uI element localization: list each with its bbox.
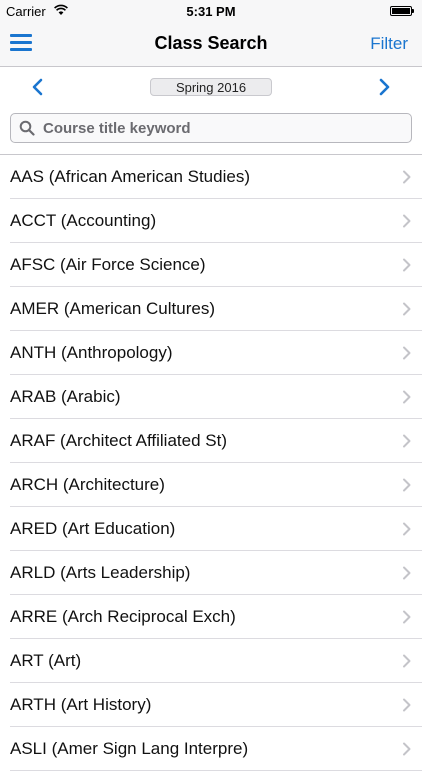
chevron-right-icon xyxy=(403,566,411,580)
chevron-right-icon xyxy=(403,522,411,536)
chevron-right-icon xyxy=(403,258,411,272)
chevron-right-icon xyxy=(403,390,411,404)
list-item[interactable]: ART (Art) xyxy=(0,639,422,683)
list-item[interactable]: ARTH (Art History) xyxy=(0,683,422,727)
search-box[interactable] xyxy=(10,113,412,143)
list-item-label: ACCT (Accounting) xyxy=(10,211,157,230)
list-item[interactable]: ARRE (Arch Reciprocal Exch) xyxy=(0,595,422,639)
chevron-right-icon xyxy=(403,434,411,448)
term-label[interactable]: Spring 2016 xyxy=(150,78,272,96)
list-item-label: ARRE (Arch Reciprocal Exch) xyxy=(10,607,236,626)
list-item[interactable]: AMER (American Cultures) xyxy=(0,287,422,331)
list-item[interactable]: ARED (Art Education) xyxy=(0,507,422,551)
list-item-label: ARED (Art Education) xyxy=(10,519,176,538)
list-item[interactable]: ARAB (Arabic) xyxy=(0,375,422,419)
chevron-right-icon xyxy=(403,214,411,228)
list-item-label: AFSC (Air Force Science) xyxy=(10,255,206,274)
list-item[interactable]: ARCH (Architecture) xyxy=(0,463,422,507)
list-item-label: ARAF (Architect Affiliated St) xyxy=(10,431,227,450)
list-item-label: ARTH (Art History) xyxy=(10,695,152,714)
list-item-label: ANTH (Anthropology) xyxy=(10,343,173,362)
search-input[interactable] xyxy=(43,119,383,137)
battery-fill xyxy=(392,8,410,14)
list-item[interactable]: ARAF (Architect Affiliated St) xyxy=(0,419,422,463)
status-time: 5:31 PM xyxy=(186,4,236,19)
list-item-label: ASLI (Amer Sign Lang Interpre) xyxy=(10,739,249,758)
chevron-right-icon xyxy=(403,170,411,184)
list-item[interactable]: ARLD (Arts Leadership) xyxy=(0,551,422,595)
navigation-bar: Class Search Filter xyxy=(0,22,422,67)
list-item[interactable]: ASLI (Amer Sign Lang Interpre) xyxy=(0,727,422,771)
chevron-right-icon[interactable] xyxy=(374,77,394,97)
chevron-right-icon xyxy=(403,346,411,360)
list-item[interactable]: AFSC (Air Force Science) xyxy=(0,243,422,287)
chevron-right-icon xyxy=(403,742,411,756)
chevron-right-icon xyxy=(403,654,411,668)
list-item-label: ARLD (Arts Leadership) xyxy=(10,563,191,582)
list-item-label: ART (Art) xyxy=(10,651,82,670)
search-icon xyxy=(19,120,35,136)
battery-icon xyxy=(390,6,414,16)
chevron-right-icon xyxy=(403,610,411,624)
search-bar xyxy=(10,113,412,143)
list-item-label: ARCH (Architecture) xyxy=(10,475,165,494)
list-item[interactable]: AAS (African American Studies) xyxy=(0,155,422,199)
list-item-label: AMER (American Cultures) xyxy=(10,299,215,318)
page-title: Class Search xyxy=(154,33,268,53)
status-bar: Carrier 5:31 PM xyxy=(0,0,422,22)
chevron-left-icon[interactable] xyxy=(28,77,48,97)
department-list: AAS (African American Studies) ACCT (Acco… xyxy=(0,155,422,771)
list-item[interactable]: ACCT (Accounting) xyxy=(0,199,422,243)
chevron-right-icon xyxy=(403,302,411,316)
list-item[interactable]: ANTH (Anthropology) xyxy=(0,331,422,375)
chevron-right-icon xyxy=(403,478,411,492)
term-selector: Spring 2016 xyxy=(0,67,422,107)
chevron-right-icon xyxy=(403,698,411,712)
filter-button[interactable]: Filter xyxy=(370,34,408,54)
list-item-label: AAS (African American Studies) xyxy=(10,167,250,186)
list-item-label: ARAB (Arabic) xyxy=(10,387,121,406)
